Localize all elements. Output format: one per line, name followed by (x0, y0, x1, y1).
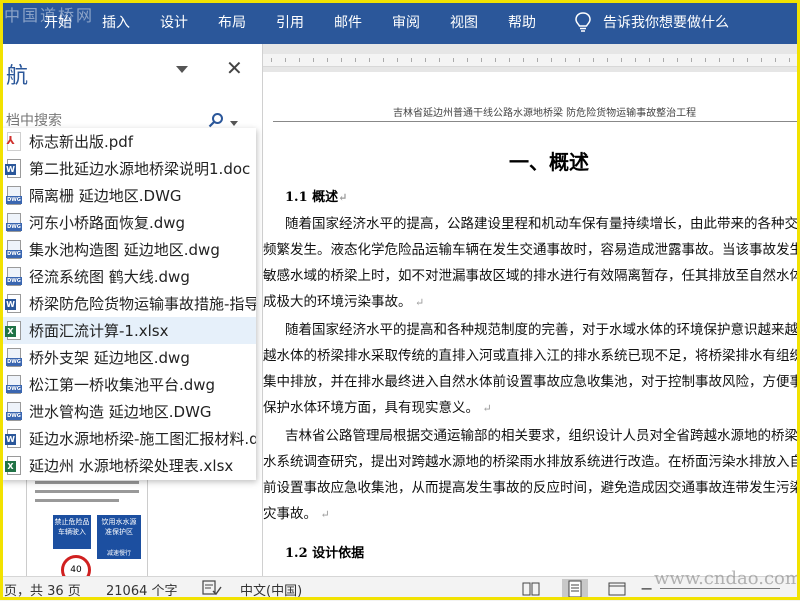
ribbon-tab-1[interactable]: 插入 (87, 0, 145, 44)
recent-file-name: 标志新出版.pdf (29, 133, 134, 151)
pdf-file-icon: ⅄ (5, 131, 23, 152)
dwg-file-icon: DWG (5, 185, 23, 206)
heading-1-2: 1.2 设计依据 (285, 546, 365, 561)
recent-file-name: 集水池构造图 延边地区.dwg (29, 241, 220, 259)
sign-water-protection: 饮用水水源 准保护区 (97, 515, 141, 549)
web-layout-icon[interactable] (608, 581, 626, 597)
recent-file-name: 延边州 水源地桥梁处理表.xlsx (29, 457, 234, 475)
page-header-text: 吉林省延边州普通干线公路水源地桥梁 防危险货物运输事故整治工程 (393, 108, 697, 119)
close-icon[interactable]: ✕ (226, 58, 243, 78)
dwg-file-icon: DWG (5, 266, 23, 287)
speed-limit-sign: 40 (61, 555, 91, 576)
lightbulb-icon (575, 12, 591, 32)
sign-no-hazmat: 禁止危险品车辆驶入 (53, 515, 91, 549)
watermark-bottom: www.cndao.com (654, 568, 800, 589)
document-text-line: 随着国家经济水平的提高和各种规范制度的完善，对于水域水体的环境保护意识越来越 (285, 322, 798, 338)
recent-file-item[interactable]: W 延边水源地桥梁-施工图汇报材料.d (0, 425, 256, 452)
horizontal-ruler[interactable] (263, 54, 800, 67)
search-icon[interactable] (208, 112, 224, 128)
tell-me-text: 告诉我你想要做什么 (603, 15, 729, 31)
tell-me-box[interactable]: 告诉我你想要做什么 (551, 0, 729, 44)
word-file-icon: W (5, 158, 23, 179)
excel-file-icon: X (5, 455, 23, 476)
recent-file-item[interactable]: ⅄ 标志新出版.pdf (0, 128, 256, 155)
zoom-out-button[interactable]: − (640, 579, 653, 598)
recent-file-name: 松江第一桥收集池平台.dwg (29, 376, 216, 394)
recent-file-item[interactable]: DWG 泄水管构造 延边地区.DWG (0, 398, 256, 425)
recent-file-item[interactable]: X 延边州 水源地桥梁处理表.xlsx (0, 452, 256, 479)
document-text-line: 敏感水域的桥梁上时，如不对泄漏事故区域的排水进行有效隔离暂存，任其排放至自然水体 (263, 268, 800, 284)
heading-1: 一、概述 (509, 150, 589, 174)
nav-title: 航 (6, 64, 29, 89)
recent-file-item[interactable]: DWG 径流系统图 鹤大线.dwg (0, 263, 256, 290)
recent-file-name: 桥梁防危险货物运输事故措施-指导 (29, 295, 256, 313)
document-text-line: 成极大的环境污染事故。 ↵ (263, 294, 425, 310)
recent-file-item[interactable]: DWG 隔离栅 延边地区.DWG (0, 182, 256, 209)
search-options-caret-icon[interactable] (230, 121, 238, 126)
document-text-line: 灾事故。 ↵ (263, 506, 330, 522)
language-indicator[interactable]: 中文(中国) (240, 580, 302, 599)
document-text-line: 吉林省公路管理局根据交通运输部的相关要求，组织设计人员对全省跨越水源地的桥梁 (285, 428, 798, 444)
recent-file-name: 河东小桥路面恢复.dwg (29, 214, 186, 232)
document-text-line: 水系统调查研究，提出对跨越水源地的桥梁雨水排放系统进行改造。在桥面污染水排放入自 (263, 454, 800, 470)
recent-file-name: 桥面汇流计算-1.xlsx (29, 322, 169, 340)
recent-file-name: 第二批延边水源地桥梁说明1.doc (29, 160, 251, 178)
recent-file-name: 隔离栅 延边地区.DWG (29, 187, 182, 205)
recent-file-item[interactable]: W 桥梁防危险货物运输事故措施-指导 (0, 290, 256, 317)
recent-file-item[interactable]: DWG 松江第一桥收集池平台.dwg (0, 371, 256, 398)
dwg-file-icon: DWG (5, 212, 23, 233)
dwg-file-icon: DWG (5, 239, 23, 260)
document-text-line: 频繁发生。液态化学危险品运输车辆在发生交通事故时，容易造成泄露事故。当该事故发生 (263, 242, 800, 258)
recent-file-item[interactable]: DWG 桥外支架 延边地区.dwg (0, 344, 256, 371)
recent-file-item[interactable]: X 桥面汇流计算-1.xlsx (0, 317, 256, 344)
page-count[interactable]: 页，共 36 页 (4, 580, 81, 599)
excel-file-icon: X (5, 320, 23, 341)
ribbon-tab-8[interactable]: 帮助 (493, 0, 551, 44)
ribbon-tab-5[interactable]: 邮件 (319, 0, 377, 44)
ribbon: 开始 插入 设计 布局 引用 邮件 审阅 视图 帮助 告诉我你想要做什么 (0, 0, 800, 44)
dwg-file-icon: DWG (5, 401, 23, 422)
document-area: 吉林省延边州普通干线公路水源地桥梁 防危险货物运输事故整治工程 一、概述 1.1… (263, 44, 800, 576)
print-layout-icon[interactable] (562, 579, 588, 599)
recent-files-dropdown: ⅄ 标志新出版.pdf W 第二批延边水源地桥梁说明1.doc DWG 隔离栅 延边地区.… (0, 128, 256, 480)
recent-file-item[interactable]: W 第二批延边水源地桥梁说明1.doc (0, 155, 256, 182)
word-file-icon: W (5, 293, 23, 314)
recent-file-name: 径流系统图 鹤大线.dwg (29, 268, 190, 286)
proofing-icon[interactable] (202, 580, 222, 600)
ribbon-tab-2[interactable]: 设计 (145, 0, 203, 44)
sign-slow-down: 减速慢行 (97, 549, 141, 559)
ribbon-tab-6[interactable]: 审阅 (377, 0, 435, 44)
document-text-line: 前设置事故应急收集池，从而提高发生事故的反应时间，避免造成因交通事故连带发生污染 (263, 480, 800, 496)
document-text-line: 集中排放，并在排水最终进入自然水体前设置事故应急收集池，对于控制事故风险，方便事… (263, 374, 800, 390)
word-count[interactable]: 21064 个字 (106, 580, 178, 599)
page-thumbnail[interactable]: 禁止危险品车辆驶入 饮用水水源 准保护区 减速慢行 40 (26, 474, 148, 576)
recent-file-item[interactable]: DWG 集水池构造图 延边地区.dwg (0, 236, 256, 263)
ribbon-tab-4[interactable]: 引用 (261, 0, 319, 44)
nav-options-dropdown-icon[interactable] (176, 66, 188, 73)
document-text-line: 越水体的桥梁排水采取传统的直排入河或直排入江的排水系统已现不足，将桥梁排水有组织 (263, 348, 800, 364)
ribbon-tab-7[interactable]: 视图 (435, 0, 493, 44)
heading-1-1: 1.1 概述↵ (285, 190, 348, 205)
recent-file-name: 桥外支架 延边地区.dwg (29, 349, 190, 367)
recent-file-name: 泄水管构造 延边地区.DWG (29, 403, 212, 421)
dwg-file-icon: DWG (5, 347, 23, 368)
dwg-file-icon: DWG (5, 374, 23, 395)
word-file-icon: W (5, 428, 23, 449)
document-text-line: 随着国家经济水平的提高，公路建设里程和机动车保有量持续增长，由此带来的各种交 (285, 216, 798, 232)
document-text-line: 保护水体环境方面，具有现实意义。 ↵ (263, 400, 492, 416)
document-page[interactable]: 吉林省延边州普通干线公路水源地桥梁 防危险货物运输事故整治工程 一、概述 1.1… (263, 72, 800, 576)
recent-file-name: 延边水源地桥梁-施工图汇报材料.d (29, 430, 256, 448)
ribbon-tab-3[interactable]: 布局 (203, 0, 261, 44)
read-mode-icon[interactable] (522, 581, 540, 597)
recent-file-item[interactable]: DWG 河东小桥路面恢复.dwg (0, 209, 256, 236)
watermark-top: 中国道桥网 (4, 6, 95, 25)
